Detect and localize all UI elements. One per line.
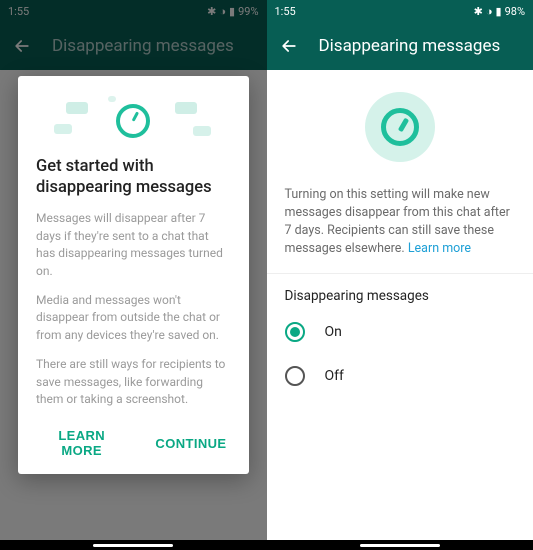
radio-icon <box>285 322 305 342</box>
modal-illustration <box>36 92 231 150</box>
modal-overlay: Get started with disappearing messages M… <box>0 0 267 550</box>
timer-icon <box>116 104 150 138</box>
modal-heading: Get started with disappearing messages <box>36 156 231 199</box>
phone-left-screen: 1:55 ✱ ◑ ▮ 99% Disappearing messages Get… <box>0 0 267 550</box>
back-icon[interactable] <box>279 36 299 56</box>
radio-icon <box>285 366 305 386</box>
status-battery: 98% <box>505 5 525 18</box>
modal-paragraph-2: Media and messages won't disappear from … <box>36 292 231 344</box>
modal-paragraph-3: There are still ways for recipients to s… <box>36 356 231 408</box>
nav-bar <box>267 540 533 550</box>
radio-label: On <box>325 324 342 340</box>
modal-paragraph-1: Messages will disappear after 7 days if … <box>36 210 231 280</box>
signal-icon: ◑ <box>486 5 493 18</box>
radio-option-off[interactable]: Off <box>267 354 533 398</box>
radio-option-on[interactable]: On <box>267 310 533 354</box>
feature-description: Turning on this setting will make new me… <box>267 182 533 274</box>
modal-actions: LEARN MORE CONTINUE <box>36 420 231 466</box>
status-right: ✱ ◑ ▮ 98% <box>474 5 525 18</box>
phone-right-screen: 1:55 ✱ ◑ ▮ 98% Disappearing messages Tur… <box>267 0 533 550</box>
section-title: Disappearing messages <box>267 274 533 310</box>
intro-modal: Get started with disappearing messages M… <box>18 76 249 475</box>
status-bar: 1:55 ✱ ◑ ▮ 98% <box>267 0 533 22</box>
timer-icon <box>365 92 435 162</box>
description-text: Turning on this setting will make new me… <box>285 187 510 256</box>
page-title: Disappearing messages <box>319 36 501 56</box>
battery-icon: ▮ <box>496 5 502 18</box>
learn-more-link[interactable]: Learn more <box>408 241 471 256</box>
nav-bar <box>0 540 267 550</box>
learn-more-button[interactable]: LEARN MORE <box>36 420 127 466</box>
continue-button[interactable]: CONTINUE <box>151 420 230 466</box>
status-time: 1:55 <box>275 5 296 18</box>
radio-label: Off <box>325 368 344 384</box>
bluetooth-icon: ✱ <box>474 5 483 18</box>
app-bar: Disappearing messages <box>267 22 533 70</box>
